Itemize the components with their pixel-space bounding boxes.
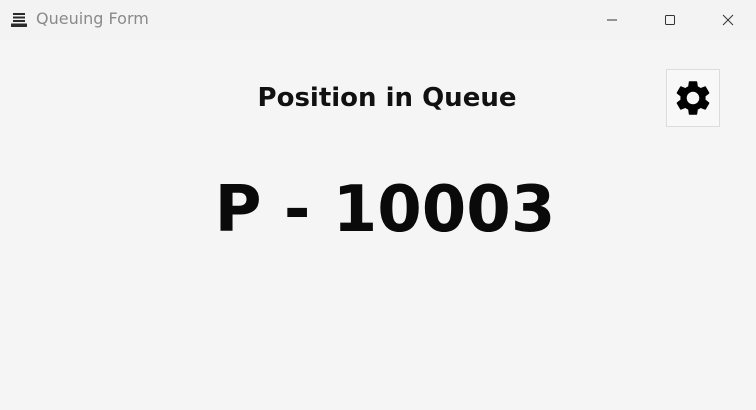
settings-button[interactable] [666, 69, 720, 127]
stacked-layers-icon [10, 11, 28, 29]
window-title: Queuing Form [36, 9, 149, 28]
page-title: Position in Queue [257, 83, 517, 113]
minimize-icon [606, 14, 618, 26]
maximize-icon [664, 14, 676, 26]
app-window: Queuing Form Position in Queue P - 10003 [0, 0, 756, 410]
form-body: Position in Queue P - 10003 [0, 40, 756, 410]
minimize-button[interactable] [583, 0, 641, 40]
maximize-button[interactable] [641, 0, 699, 40]
title-bar[interactable]: Queuing Form [0, 0, 756, 40]
close-icon [722, 14, 734, 26]
queue-number-display: P - 10003 [214, 173, 556, 247]
gear-icon [672, 77, 714, 119]
close-button[interactable] [699, 0, 756, 40]
